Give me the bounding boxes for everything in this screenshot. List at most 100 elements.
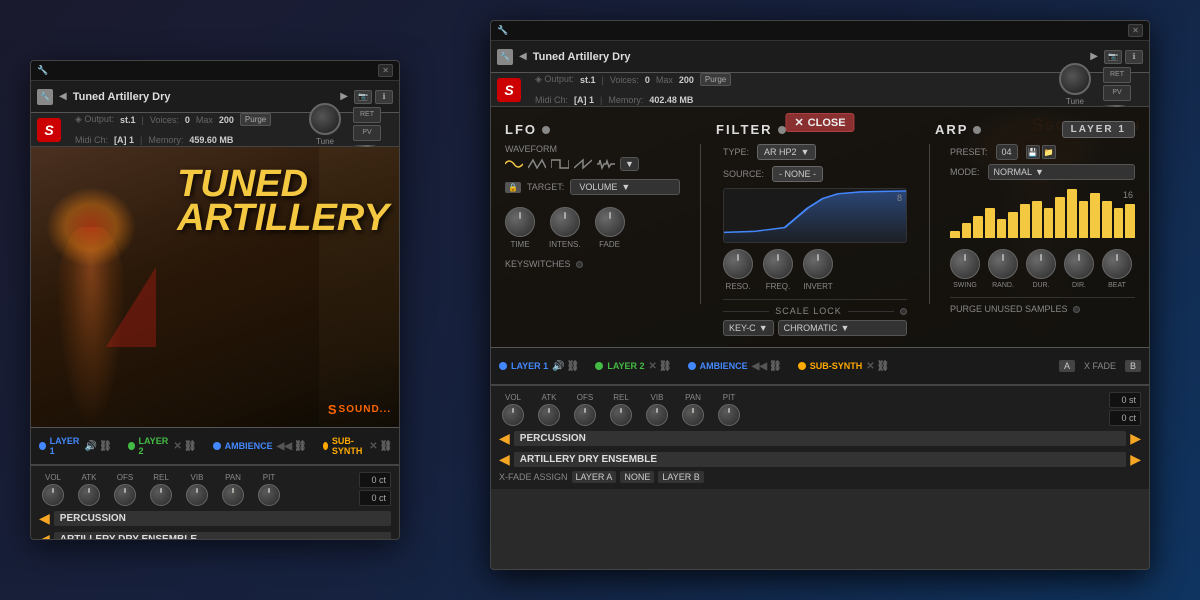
preset-left-l[interactable]: ◀ <box>499 430 510 447</box>
ret-btn-l[interactable]: RET <box>1103 67 1131 83</box>
vib-knob-s[interactable] <box>186 484 208 506</box>
vol-knob-s[interactable] <box>42 484 64 506</box>
wave-sawtooth[interactable] <box>574 158 592 170</box>
knob-rel-s: REL <box>147 473 175 506</box>
beat-knob[interactable] <box>1102 249 1132 279</box>
tune-knob-l[interactable] <box>1059 63 1091 95</box>
ofs-knob-l[interactable] <box>574 404 596 426</box>
arp-top-row-1: PRESET: 04 💾 📁 <box>950 144 1135 160</box>
arp-bar-3 <box>985 208 995 238</box>
pan-knob-l[interactable] <box>682 404 704 426</box>
pit-knob-l[interactable] <box>718 404 740 426</box>
wave-triangle[interactable] <box>528 158 546 170</box>
arp-grid[interactable] <box>950 188 1135 238</box>
type-dropdown[interactable]: AR HP2 ▼ <box>757 144 816 160</box>
arp-bar-10 <box>1067 189 1077 238</box>
target-label: TARGET: <box>527 182 564 192</box>
vib-knob-l[interactable] <box>646 404 668 426</box>
source-dropdown[interactable]: - NONE - <box>772 166 823 182</box>
pv-btn-l[interactable]: PV <box>1103 85 1131 101</box>
ret-btn[interactable]: RET <box>353 107 381 123</box>
save-preset-btn[interactable]: 💾 <box>1026 145 1040 159</box>
arrow-right-l[interactable]: ▶ <box>1088 51 1100 62</box>
lock-icon[interactable]: 🔒 <box>505 182 521 193</box>
wave-sine[interactable] <box>505 158 523 170</box>
dur-knob[interactable] <box>1026 249 1056 279</box>
wave-custom[interactable] <box>597 158 615 170</box>
time-knob[interactable] <box>505 207 535 237</box>
rand-knob-g: RAND. <box>988 249 1018 289</box>
intens-knob[interactable] <box>550 207 580 237</box>
rel-knob-s[interactable] <box>150 484 172 506</box>
swing-knob[interactable] <box>950 249 980 279</box>
subsynth-tab-s[interactable]: SUB-SYNTH ✕⛓ <box>323 436 393 456</box>
keyswitches-led[interactable] <box>576 261 583 268</box>
pit-knob-s[interactable] <box>258 484 280 506</box>
rand-knob[interactable] <box>988 249 1018 279</box>
pan-knob-s[interactable] <box>222 484 244 506</box>
subsynth-dot-s <box>323 442 328 450</box>
scale-dropdown[interactable]: CHROMATIC ▼ <box>778 320 907 336</box>
preset-right-l[interactable]: ▶ <box>1130 430 1141 447</box>
subsynth-tab-l[interactable]: SUB-SYNTH ✕⛓ <box>798 361 890 372</box>
ofs-knob-s[interactable] <box>114 484 136 506</box>
arrow-left-l[interactable]: ◀ <box>517 51 529 62</box>
purge-unused-led[interactable] <box>1073 306 1080 313</box>
key-dropdown[interactable]: KEY-C ▼ <box>723 320 774 336</box>
atk-knob-s[interactable] <box>78 484 100 506</box>
preset-left2-l[interactable]: ◀ <box>499 451 510 468</box>
layer2-tab-l[interactable]: LAYER 2 ✕⛓ <box>595 361 671 372</box>
reso-knob[interactable] <box>723 249 753 279</box>
a-tab-l[interactable]: A <box>1059 360 1075 372</box>
xfade-tab-l[interactable]: X FADE <box>1079 360 1121 372</box>
mem-value-l: 402.48 MB <box>649 95 693 105</box>
layer1-tab-l[interactable]: LAYER 1 🔊⛓ <box>499 361 579 372</box>
mode-dropdown[interactable]: NORMAL ▼ <box>988 164 1135 180</box>
vol-knob-l[interactable] <box>502 404 524 426</box>
purge-btn-small[interactable]: Purge <box>240 113 271 126</box>
warrior-area <box>46 187 136 427</box>
preset-right2-l[interactable]: ▶ <box>1130 451 1141 468</box>
arrow-right[interactable]: ▶ <box>338 91 350 102</box>
lfo-knobs: TIME INTENS. FADE <box>505 207 680 249</box>
knob-ofs-l: OFS <box>571 393 599 426</box>
xfade-row-l: X-FADE ASSIGN LAYER A NONE LAYER B <box>499 471 1141 483</box>
scale-arrow: ▼ <box>840 323 849 333</box>
output-value: st.1 <box>120 115 136 125</box>
fade-knob[interactable] <box>595 207 625 237</box>
purge-btn-l[interactable]: Purge <box>700 73 731 86</box>
info-btn-l[interactable]: ℹ <box>1125 50 1143 64</box>
info-btn[interactable]: ℹ <box>375 90 393 104</box>
atk-knob-l[interactable] <box>538 404 560 426</box>
ambience-tab-l[interactable]: AMBIENCE ◀◀⛓ <box>688 361 782 372</box>
dir-knob[interactable] <box>1064 249 1094 279</box>
purge-unused-row: PURGE UNUSED SAMPLES <box>950 297 1135 314</box>
title-tuned-s: TUNED ARTILLERY <box>177 167 389 235</box>
camera-btn[interactable]: 📷 <box>354 90 372 104</box>
freq-knob[interactable] <box>763 249 793 279</box>
right-btns-l: RET PV <box>1103 67 1143 113</box>
ambience-tab-s[interactable]: AMBIENCE ◀◀⛓ <box>213 441 307 452</box>
scale-lock-led[interactable] <box>900 308 907 315</box>
ni-close-l[interactable]: ✕ <box>1128 24 1143 37</box>
ni-close[interactable]: ✕ <box>378 64 393 77</box>
rel-knob-l[interactable] <box>610 404 632 426</box>
tune-knob-small[interactable] <box>309 103 341 135</box>
xfade-label-l: X-FADE ASSIGN <box>499 472 568 482</box>
close-panel-btn[interactable]: ✕ CLOSE <box>785 113 854 132</box>
title-bar-controls: 📷 ℹ <box>354 90 393 104</box>
load-preset-btn[interactable]: 📁 <box>1042 145 1056 159</box>
layer2-tab-s[interactable]: LAYER 2 ✕⛓ <box>128 436 197 456</box>
wave-dropdown[interactable]: ▼ <box>620 157 639 171</box>
preset-left-s[interactable]: ◀ <box>39 510 50 527</box>
invert-knob[interactable] <box>803 249 833 279</box>
preset-dropdown[interactable]: 04 <box>996 144 1018 160</box>
wave-square[interactable] <box>551 158 569 170</box>
preset-left2-s[interactable]: ◀ <box>39 531 50 540</box>
arrow-left[interactable]: ◀ <box>57 91 69 102</box>
pv-btn[interactable]: PV <box>353 125 381 141</box>
layer1-tab-s[interactable]: LAYER 1 🔊⛓ <box>39 436 112 456</box>
b-tab-l[interactable]: B <box>1125 360 1141 372</box>
camera-btn-l[interactable]: 📷 <box>1104 50 1122 64</box>
target-dropdown[interactable]: VOLUME ▼ <box>570 179 680 195</box>
